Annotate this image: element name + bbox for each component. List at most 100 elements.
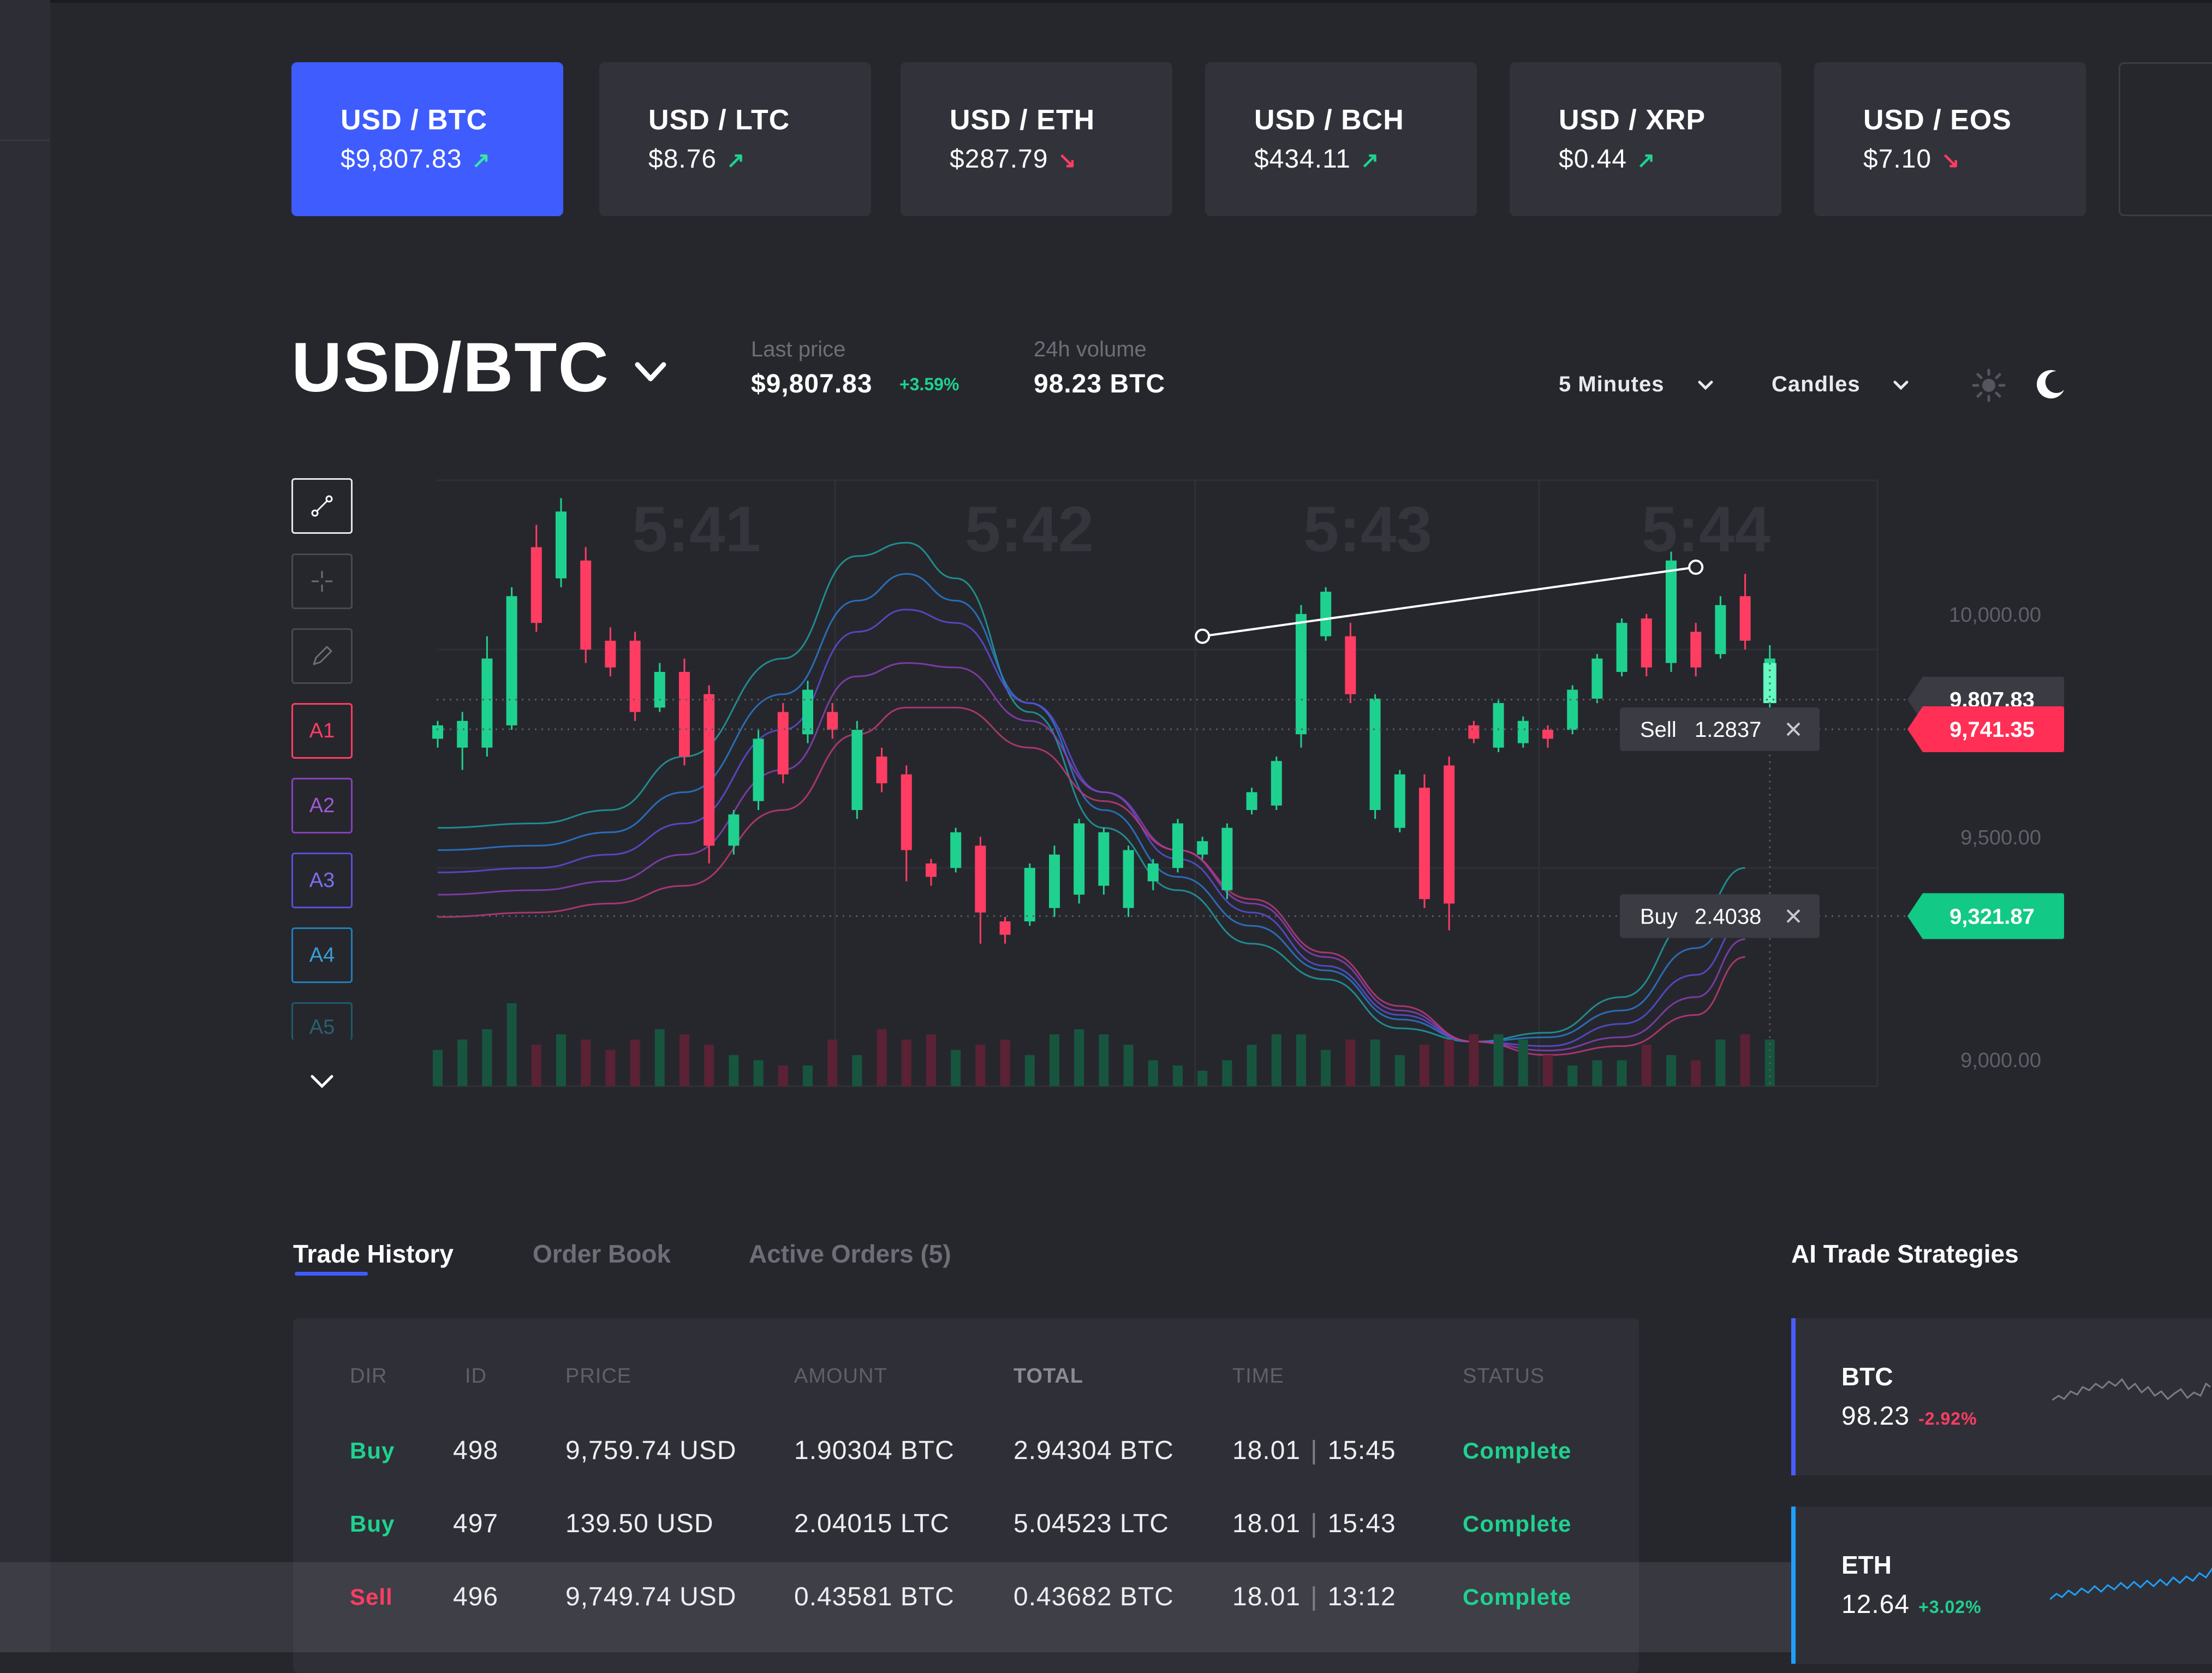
row-direction: Buy <box>350 1511 395 1537</box>
volume-bar <box>1099 1034 1109 1086</box>
volume-bar <box>1370 1039 1380 1086</box>
y-tick-label: 9,000.00 <box>1960 1049 2041 1072</box>
volume-bar <box>1420 1045 1429 1086</box>
row-time-text: 15:45 <box>1327 1436 1396 1465</box>
moving-average-line <box>437 706 1745 1056</box>
candle-body <box>777 712 789 775</box>
volume-bar <box>1000 1039 1010 1086</box>
volume-bar <box>877 1029 887 1086</box>
row-time: 18.01 | 15:43 <box>1232 1509 1396 1539</box>
candle-body <box>1567 689 1578 730</box>
candle-body <box>1345 636 1356 694</box>
volume-bar <box>605 1050 616 1086</box>
strategy-sparkline <box>2050 1567 2212 1600</box>
candle-body <box>950 832 962 868</box>
candle-body <box>753 739 764 801</box>
volume-bar <box>1567 1065 1578 1086</box>
candle-body <box>1468 725 1480 739</box>
time-label: 5:42 <box>965 493 1094 565</box>
tab-active-orders[interactable]: Active Orders (5) <box>749 1239 951 1269</box>
time-label: 5:44 <box>1642 493 1770 565</box>
row-time-text: 15:43 <box>1327 1509 1396 1538</box>
volume-bar <box>975 1045 986 1086</box>
col-header-price: PRICE <box>565 1365 632 1388</box>
tab-order-book[interactable]: Order Book <box>533 1239 671 1269</box>
candle-body <box>1616 623 1627 672</box>
candle-body <box>1123 850 1134 908</box>
candle-body <box>1666 560 1677 663</box>
row-total: 5.04523 LTC <box>1013 1509 1169 1538</box>
strategy-name: BTC <box>1841 1362 1893 1391</box>
volume-bar <box>1173 1065 1183 1086</box>
volume-bar <box>630 1039 640 1086</box>
row-id: 496 <box>453 1582 499 1611</box>
candle-body <box>1320 592 1332 636</box>
strategy-change: -2.92% <box>1918 1409 1977 1428</box>
volume-bar <box>1469 1034 1479 1086</box>
volume-bar <box>1666 1055 1676 1086</box>
strategy-change: +3.02% <box>1918 1597 1982 1617</box>
strategy-card-eth[interactable]: ETH 12.64 +3.02% <box>1791 1507 2212 1664</box>
time-label: 5:41 <box>632 493 761 565</box>
row-amount: 1.90304 BTC <box>794 1436 955 1465</box>
candle-body <box>1369 698 1381 810</box>
candle-body <box>1024 868 1035 922</box>
trendline-handle <box>1688 559 1704 575</box>
candle-body <box>1197 841 1208 855</box>
row-time: 18.01 | 15:45 <box>1232 1436 1396 1466</box>
strategy-card-btc[interactable]: BTC 98.23 -2.92% <box>1791 1318 2212 1475</box>
candle-body <box>851 730 863 810</box>
candle-body <box>1246 792 1257 810</box>
candle-body <box>975 846 986 913</box>
volume-bar <box>679 1034 689 1086</box>
candle-body <box>1271 761 1282 806</box>
candle-body <box>1739 596 1751 641</box>
volume-bar <box>1345 1039 1356 1086</box>
candle-body <box>1049 854 1060 908</box>
price-chart[interactable]: 5:41 5:42 5:43 5:44 10,000.00 9,500.00 9,000.0… <box>0 0 2212 1146</box>
row-price: 9,759.74 USD <box>565 1436 737 1465</box>
candle-body <box>654 671 665 708</box>
volume-bar <box>704 1045 714 1086</box>
volume-bar <box>1222 1060 1232 1086</box>
candle-body <box>1641 618 1652 668</box>
candle-body <box>1296 614 1307 735</box>
col-header-time: TIME <box>1232 1365 1284 1388</box>
candle-body <box>827 712 838 730</box>
col-header-status: STATUS <box>1463 1365 1545 1388</box>
tab-trade-history[interactable]: Trade History <box>293 1239 454 1269</box>
row-date-text: 18.01 <box>1232 1582 1301 1611</box>
volume-bar <box>1740 1034 1750 1086</box>
candle-body <box>629 640 641 712</box>
time-separator: | <box>1310 1509 1318 1538</box>
candle-body <box>481 658 493 748</box>
volume-bar <box>803 1065 813 1086</box>
volume-bar <box>1321 1050 1331 1086</box>
volume-bar <box>654 1029 665 1086</box>
row-time-text: 13:12 <box>1327 1582 1396 1611</box>
candle-body <box>1444 765 1455 904</box>
candle-body <box>1517 721 1529 743</box>
time-separator: | <box>1310 1582 1318 1611</box>
row-total: 0.43682 BTC <box>1013 1582 1174 1611</box>
volume-bar <box>926 1034 936 1086</box>
row-price: 9,749.74 USD <box>565 1582 737 1611</box>
volume-bar <box>1247 1045 1257 1086</box>
moving-average-line <box>437 541 1745 1043</box>
volume-bar <box>1691 1060 1701 1086</box>
volume-bar <box>852 1055 862 1086</box>
volume-bar <box>1493 1034 1504 1086</box>
row-time: 18.01 | 13:12 <box>1232 1582 1396 1612</box>
strategy-value: 12.64 <box>1841 1590 1910 1619</box>
candle-body <box>1419 788 1430 900</box>
candle-body <box>1715 605 1726 654</box>
row-id: 498 <box>453 1436 499 1465</box>
candle-body <box>530 547 542 623</box>
row-direction: Buy <box>350 1438 395 1463</box>
col-header-amount: AMOUNT <box>794 1365 887 1388</box>
row-status: Complete <box>1463 1511 1572 1537</box>
volume-bar <box>753 1060 764 1086</box>
volume-bar <box>482 1029 492 1086</box>
buy-order-chip-amount: 2.4038 <box>1695 904 1761 928</box>
candle-body <box>1591 658 1603 699</box>
